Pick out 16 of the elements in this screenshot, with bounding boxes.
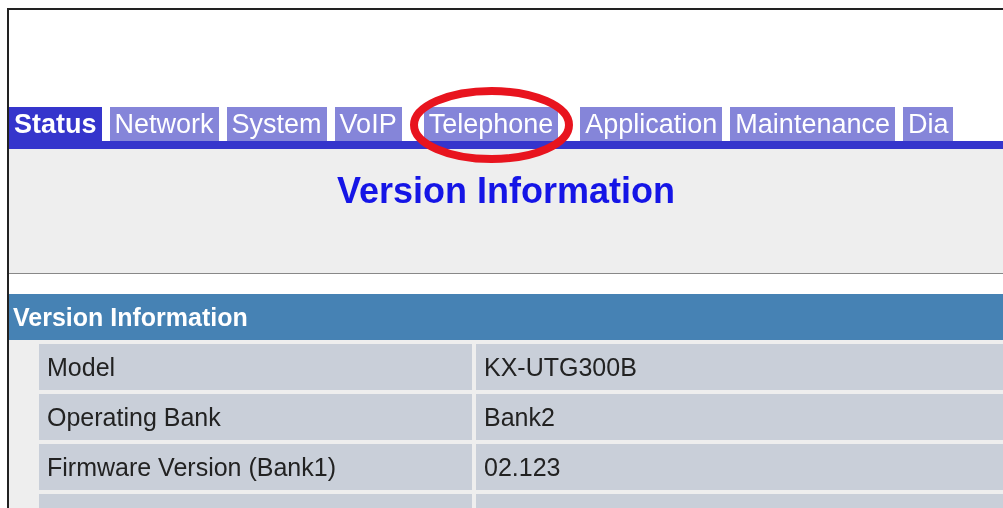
nav-tab[interactable]: Network xyxy=(109,107,219,141)
page-title: Version Information xyxy=(336,169,675,213)
label-cell: Firmware Version (Bank1) xyxy=(39,444,472,490)
section-header: Version Information xyxy=(9,294,1003,340)
nav-tab[interactable]: VoIP xyxy=(334,107,402,141)
label-cell: Model xyxy=(39,344,472,390)
label-cell: Operating Bank xyxy=(39,394,472,440)
nav-tab[interactable]: Dia xyxy=(902,107,954,141)
nav-tab[interactable]: Maintenance xyxy=(730,107,895,141)
nav-tab[interactable]: Status xyxy=(9,107,102,141)
nav-tab[interactable]: Application xyxy=(580,107,723,141)
value-cell: Bank2 xyxy=(476,394,1003,440)
nav-tab[interactable]: System xyxy=(226,107,327,141)
nav-tab[interactable]: Telephone xyxy=(423,107,559,141)
value-cell: KX-UTG300B xyxy=(476,344,1003,390)
value-cell: 02.123 xyxy=(476,444,1003,490)
